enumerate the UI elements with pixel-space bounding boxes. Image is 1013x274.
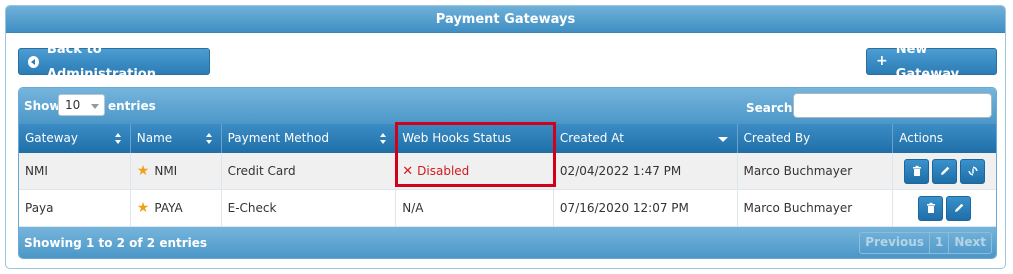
cell-payment-method: Credit Card [222, 153, 397, 189]
star-icon: ★ [136, 200, 150, 216]
sort-descending-icon [717, 137, 728, 142]
sort-icon [114, 133, 122, 144]
back-arrow-icon [28, 55, 39, 68]
page-size-value: 10 [65, 98, 81, 112]
cell-created-at: 02/04/2022 1:47 PM [554, 153, 738, 189]
cell-gateway: Paya [19, 190, 131, 226]
column-header-gateway[interactable]: Gateway [19, 124, 131, 153]
next-page-button[interactable]: Next [949, 233, 991, 253]
cell-name: ★ PAYA [131, 190, 222, 226]
table-row: Paya ★ PAYA E-Check N/A 07/16/2020 12:07 … [19, 190, 996, 227]
cell-name: ★ NMI [131, 153, 222, 189]
column-header-web-hooks-status[interactable]: Web Hooks Status [396, 124, 554, 153]
cell-created-at: 07/16/2020 12:07 PM [554, 190, 738, 226]
table-row: NMI ★ NMI Credit Card ✕ Disabled 02/04/202… [19, 153, 996, 190]
search-input[interactable] [793, 93, 992, 118]
star-icon: ★ [136, 163, 150, 179]
column-header-actions: Actions [899, 131, 944, 145]
table-toolbar: Show 10 entries Search: [19, 88, 996, 124]
back-to-administration-button[interactable]: Back to Administration [18, 42, 210, 82]
trash-icon [912, 165, 921, 176]
cell-web-hooks-status: N/A [396, 190, 554, 226]
sync-button[interactable] [960, 158, 986, 184]
gateways-table: Show 10 entries Search: Gateway Name Pay… [18, 87, 997, 259]
panel-title: Payment Gateways [6, 6, 1005, 33]
pagination: Previous 1 Next [859, 232, 992, 254]
edit-button[interactable] [946, 195, 972, 221]
table-footer: Showing 1 to 2 of 2 entries Previous 1 N… [19, 227, 996, 258]
payment-gateways-panel: Payment Gateways Back to Administration … [5, 5, 1006, 269]
delete-button[interactable] [904, 158, 930, 184]
table-header: Gateway Name Payment Method Web Hooks St… [19, 124, 996, 153]
trash-icon [926, 202, 935, 213]
sort-icon [380, 133, 387, 144]
entries-label: entries [108, 99, 156, 113]
pencil-icon [940, 166, 949, 175]
cell-gateway: NMI [19, 153, 131, 189]
plus-icon: + [876, 53, 888, 69]
x-icon: ✕ [402, 163, 414, 179]
table-info: Showing 1 to 2 of 2 entries [24, 236, 208, 250]
cell-created-by: Marco Buchmayer [738, 153, 894, 189]
new-gateway-label: New Gateway [895, 41, 960, 82]
page-size-select[interactable]: 10 [58, 94, 105, 116]
pencil-icon [954, 203, 963, 212]
cell-actions [893, 153, 996, 189]
previous-page-button[interactable]: Previous [860, 233, 930, 253]
column-header-payment-method[interactable]: Payment Method [222, 124, 397, 153]
delete-button[interactable] [918, 195, 944, 221]
back-button-label: Back to Administration [46, 41, 156, 82]
column-header-created-by[interactable]: Created By [738, 124, 894, 153]
cell-created-by: Marco Buchmayer [738, 190, 894, 226]
new-gateway-button[interactable]: + New Gateway [866, 42, 997, 82]
cell-payment-method: E-Check [222, 190, 397, 226]
column-header-name[interactable]: Name [131, 124, 222, 153]
refresh-icon [968, 166, 978, 176]
sort-icon [205, 133, 213, 144]
column-header-created-at[interactable]: Created At [554, 124, 738, 153]
show-label: Show [24, 99, 61, 113]
cell-web-hooks-status: ✕ Disabled [396, 153, 554, 189]
cell-actions [893, 190, 996, 226]
search-label: Search: [746, 101, 798, 115]
edit-button[interactable] [932, 158, 958, 184]
page-1-button[interactable]: 1 [930, 233, 950, 253]
chevron-down-icon [91, 104, 99, 109]
